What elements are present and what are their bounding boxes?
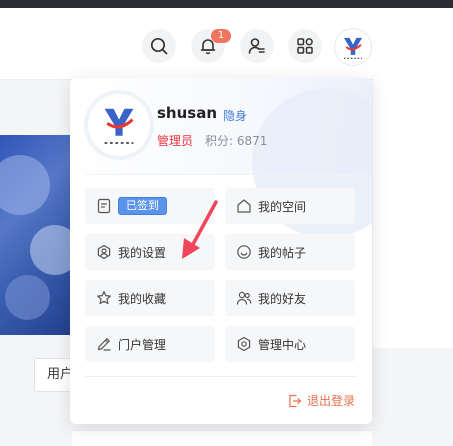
menu-item-portal-management[interactable]: 门户管理 xyxy=(85,326,215,362)
logout-button[interactable]: 退出登录 xyxy=(288,392,355,409)
menu-item-my-friends[interactable]: 我的好友 xyxy=(225,280,355,316)
background-banner-image xyxy=(0,135,72,335)
menu-item-label: 我的帖子 xyxy=(258,245,307,260)
menu-item-label: 门户管理 xyxy=(118,337,167,352)
site-header: 1 xyxy=(0,8,453,80)
username[interactable]: shusan xyxy=(157,104,217,122)
home-icon xyxy=(237,199,251,213)
menu-item-label: 我的空间 xyxy=(258,199,307,214)
background-user-button[interactable]: 用户 xyxy=(34,358,74,392)
user-role: 管理员 xyxy=(157,134,194,148)
menu-item-my-space[interactable]: 我的空间 xyxy=(225,188,355,224)
pencil-icon xyxy=(97,338,111,351)
user-avatar[interactable] xyxy=(88,94,150,156)
menu-item-label: 我的好友 xyxy=(258,291,307,306)
notification-badge: 1 xyxy=(211,29,231,43)
menu-item-label: 我的收藏 xyxy=(118,291,167,306)
friends-icon xyxy=(236,291,252,305)
smile-icon xyxy=(237,245,251,259)
background-bottom-card xyxy=(72,430,372,446)
site-logo-icon xyxy=(343,37,363,59)
header-avatar[interactable] xyxy=(334,28,372,66)
background-right-card xyxy=(373,78,453,348)
menu-item-my-settings[interactable]: 我的设置 xyxy=(85,234,215,270)
apps-button[interactable] xyxy=(288,29,322,63)
checkin-item[interactable]: 已签到 xyxy=(85,188,215,224)
settings-user-icon xyxy=(97,244,111,260)
checkin-status-badge: 已签到 xyxy=(118,197,167,215)
menu-item-my-posts[interactable]: 我的帖子 xyxy=(225,234,355,270)
divider xyxy=(85,174,357,175)
menu-item-admin-center[interactable]: 管理中心 xyxy=(225,326,355,362)
search-button[interactable] xyxy=(142,29,176,63)
menu-item-my-favorites[interactable]: 我的收藏 xyxy=(85,280,215,316)
gear-icon xyxy=(237,336,251,352)
divider xyxy=(85,376,357,377)
site-logo-icon xyxy=(104,108,134,144)
document-icon xyxy=(97,198,111,214)
logout-label: 退出登录 xyxy=(306,394,355,408)
apps-grid-icon xyxy=(297,38,313,54)
user-points: 积分: 6871 xyxy=(205,134,268,148)
user-switch-icon xyxy=(248,38,265,54)
menu-item-label: 我的设置 xyxy=(118,245,167,260)
online-status-toggle[interactable]: 隐身 xyxy=(223,107,247,124)
search-icon xyxy=(150,37,168,55)
window-top-bar xyxy=(0,0,453,8)
user-dropdown-menu: shusan 隐身 管理员 积分: 6871 已签到 我的空间 我的设置 我的帖… xyxy=(70,78,372,424)
menu-item-label: 管理中心 xyxy=(258,337,307,352)
star-icon xyxy=(97,291,111,305)
logout-icon xyxy=(289,394,302,407)
user-switch-button[interactable] xyxy=(240,29,274,63)
